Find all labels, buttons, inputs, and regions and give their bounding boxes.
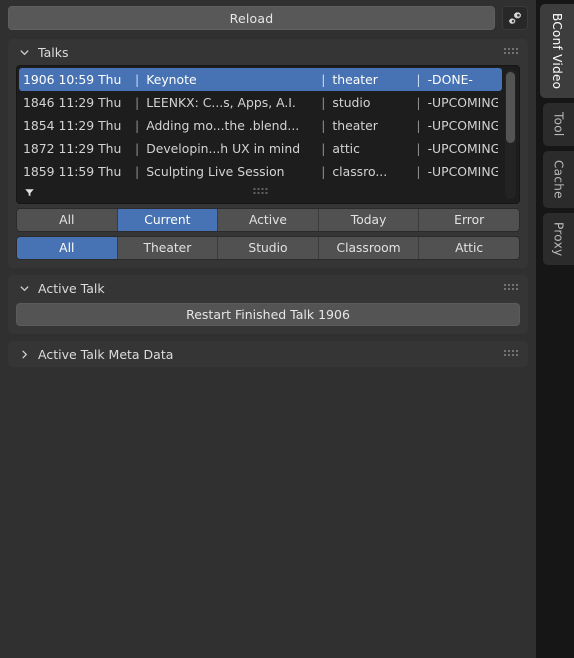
filter-button-active[interactable]: Active <box>218 209 319 231</box>
talk-room: studio <box>332 95 371 110</box>
filter-button-attic[interactable]: Attic <box>419 237 519 259</box>
panel-talks-title: Talks <box>38 44 69 60</box>
filter-button-theater[interactable]: Theater <box>117 237 219 259</box>
talk-status: -UPCOMING- <box>427 118 498 133</box>
talks-list-footer <box>19 184 502 201</box>
reload-button[interactable]: Reload <box>8 6 495 30</box>
talk-room: theater <box>332 72 378 87</box>
top-toolbar: Reload <box>8 6 528 30</box>
restart-talk-button[interactable]: Restart Finished Talk 1906 <box>16 303 520 326</box>
column-separator: | <box>135 141 140 156</box>
table-row[interactable]: 1906 10:59 Thu | Keynote | theater | -DO… <box>19 68 502 91</box>
panel-active-talk-meta-header[interactable]: Active Talk Meta Data <box>8 341 528 367</box>
properties-main-column: Reload Talks 1906 10:59 Thu | Keynote | … <box>0 0 536 658</box>
talk-room: theater <box>332 118 378 133</box>
chevron-right-icon <box>18 348 31 361</box>
chevron-down-icon <box>18 46 31 59</box>
grip-dots-icon[interactable] <box>504 283 519 293</box>
talk-id-time: 1854 11:29 Thu <box>23 118 122 133</box>
column-separator: | <box>416 141 421 156</box>
column-separator: | <box>135 164 140 179</box>
panel-talks: Talks 1906 10:59 Thu | Keynote | theater… <box>8 39 528 268</box>
chevron-down-icon <box>18 282 31 295</box>
talk-title: Adding mo...the .blend... <box>146 118 300 133</box>
panel-active-talk-header[interactable]: Active Talk <box>8 275 528 301</box>
room-filter-row: All Theater Studio Classroom Attic <box>16 236 520 260</box>
filter-button-studio[interactable]: Studio <box>218 237 319 259</box>
column-separator: | <box>321 164 326 179</box>
talk-title: LEENKX: C...s, Apps, A.I. <box>146 95 296 110</box>
panel-active-talk-body: Restart Finished Talk 1906 <box>8 303 528 334</box>
table-row[interactable]: 1872 11:29 Thu | Developin...h UX in min… <box>19 137 502 160</box>
column-separator: | <box>135 72 140 87</box>
talk-id-time: 1846 11:29 Thu <box>23 95 122 110</box>
talks-list[interactable]: 1906 10:59 Thu | Keynote | theater | -DO… <box>16 65 520 204</box>
talk-id-time: 1906 10:59 Thu <box>23 72 122 87</box>
tab-proxy[interactable]: Proxy <box>543 212 574 266</box>
properties-editor: Reload Talks 1906 10:59 Thu | Keynote | … <box>0 0 574 658</box>
column-separator: | <box>321 141 326 156</box>
talk-status: -UPCOMING- <box>427 141 498 156</box>
panel-active-talk-meta-title: Active Talk Meta Data <box>38 346 174 362</box>
column-separator: | <box>416 118 421 133</box>
column-separator: | <box>321 118 326 133</box>
talk-status: -DONE- <box>427 72 473 87</box>
filter-button-today[interactable]: Today <box>318 209 420 231</box>
funnel-icon[interactable] <box>23 187 35 199</box>
tab-cache[interactable]: Cache <box>543 150 574 208</box>
column-separator: | <box>416 72 421 87</box>
gears-icon <box>507 10 524 27</box>
talk-room: attic <box>332 141 360 156</box>
panel-active-talk-meta: Active Talk Meta Data <box>8 341 528 367</box>
scrollbar-thumb[interactable] <box>506 72 515 143</box>
filter-button-all-status[interactable]: All <box>17 209 118 231</box>
table-row[interactable]: 1854 11:29 Thu | Adding mo...the .blend.… <box>19 114 502 137</box>
talk-id-time: 1872 11:29 Thu <box>23 141 122 156</box>
tab-tool[interactable]: Tool <box>543 103 574 146</box>
talk-title: Developin...h UX in mind <box>146 141 301 156</box>
status-filter-row: All Current Active Today Error <box>16 208 520 232</box>
filter-button-classroom[interactable]: Classroom <box>318 237 420 259</box>
column-separator: | <box>135 95 140 110</box>
column-separator: | <box>135 118 140 133</box>
tab-proxy-label: Proxy <box>551 221 566 257</box>
panel-talks-body: 1906 10:59 Thu | Keynote | theater | -DO… <box>8 65 528 268</box>
filter-button-error[interactable]: Error <box>419 209 519 231</box>
talk-title: Sculpting Live Session <box>146 164 285 179</box>
column-separator: | <box>321 95 326 110</box>
filter-button-all-rooms[interactable]: All <box>17 237 118 259</box>
filter-button-current[interactable]: Current <box>117 209 219 231</box>
talk-id-time: 1859 11:59 Thu <box>23 164 122 179</box>
reload-button-label: Reload <box>229 10 274 26</box>
column-separator: | <box>321 72 326 87</box>
settings-button[interactable] <box>502 6 528 30</box>
panel-talks-header[interactable]: Talks <box>8 39 528 65</box>
talk-status: -UPCOMING- <box>427 164 498 179</box>
talks-list-rows: 1906 10:59 Thu | Keynote | theater | -DO… <box>19 68 502 201</box>
talks-list-scrollbar[interactable] <box>505 70 516 199</box>
restart-talk-button-label: Restart Finished Talk 1906 <box>186 307 350 322</box>
table-row[interactable]: 1859 11:59 Thu | Sculpting Live Session … <box>19 160 502 183</box>
tab-tool-label: Tool <box>551 112 566 137</box>
tab-bconf-video-label: BConf Video <box>550 13 564 90</box>
panel-active-talk-title: Active Talk <box>38 280 105 296</box>
grip-dots-icon[interactable] <box>504 47 519 57</box>
column-separator: | <box>416 164 421 179</box>
talk-title: Keynote <box>146 72 197 87</box>
properties-tab-strip: BConf Video Tool Cache Proxy <box>536 0 574 658</box>
column-separator: | <box>416 95 421 110</box>
table-row[interactable]: 1846 11:29 Thu | LEENKX: C...s, Apps, A.… <box>19 91 502 114</box>
talk-room: classro... <box>332 164 388 179</box>
grip-dots-icon[interactable] <box>253 188 268 197</box>
tab-cache-label: Cache <box>551 159 566 199</box>
tab-bconf-video[interactable]: BConf Video <box>540 4 574 99</box>
grip-dots-icon[interactable] <box>504 349 519 359</box>
panel-active-talk: Active Talk Restart Finished Talk 1906 <box>8 275 528 334</box>
talk-status: -UPCOMING- <box>427 95 498 110</box>
